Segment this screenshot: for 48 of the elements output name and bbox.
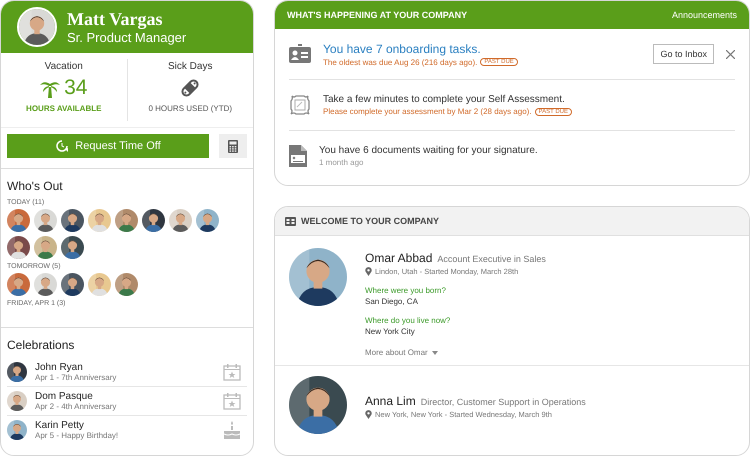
panel-title: WHAT'S HAPPENING AT YOUR COMPANY [287,10,468,20]
notice-note: The oldest was due Aug 26 (216 days ago). [323,58,478,66]
balance-caption: HOURS AVAILABLE [26,104,102,113]
notice-text: Take a few minutes to complete your Self Assessment. [323,94,566,105]
person-name: Karin Petty [35,420,85,431]
person-role: Director, Customer Support in Operations [420,397,586,407]
user-title: Sr. Product Manager [67,30,186,45]
answer-text: New York City [365,327,416,336]
clock-icon [55,139,70,153]
question-text: Where were you born? [365,286,447,295]
cake-icon [223,420,241,440]
caret-icon [432,350,438,354]
balance-value: 34 [64,76,88,100]
section-title: Celebrations [7,338,76,352]
balance-caption: 0 HOURS USED (YTD) [148,104,232,113]
building-icon [285,216,296,226]
answer-text: San Diego, CA [365,297,419,306]
request-time-off-button[interactable]: Request Time Off [7,134,209,158]
celebration-detail: Apr 2 - 4th Anniversary [35,402,118,411]
person-name: Anna Lim [365,394,416,408]
go-to-inbox-button[interactable]: Go to Inbox [653,44,714,64]
person-role: Account Executive in Sales [437,254,546,264]
balance-label: Vacation [44,61,83,72]
celebration-detail: Apr 1 - 7th Anniversary [35,373,118,382]
announcements-link[interactable]: Announcements [672,10,737,20]
user-name: Matt Vargas [67,9,164,30]
task-link[interactable]: You have 7 onboarding tasks. [323,42,642,56]
question-text: Where do you live now? [365,316,452,325]
id-card-icon [289,44,311,64]
person-name: John Ryan [35,362,84,373]
notice-text: You have 6 documents waiting for your signature. [319,145,539,156]
panel-title: WELCOME TO YOUR COMPANY [301,216,440,226]
celebration-detail: Apr 5 - Happy Birthday! [35,431,120,440]
picture-frame-icon [289,94,311,116]
map-pin-icon [365,410,372,419]
section-title: Who's Out [7,179,64,193]
calculator-icon [228,140,238,152]
more-about-link[interactable]: More about Omar [365,348,546,357]
bandage-icon [180,78,200,98]
map-pin-icon [365,267,372,276]
person-name: Dom Pasque [35,391,94,402]
calculator-button[interactable] [219,134,247,158]
notice-note: 1 month ago [319,158,364,167]
document-icon [289,145,307,167]
balance-label: Sick Days [168,61,212,72]
notice-note: Please complete your assessment by Mar 2 (28 days ago). [323,107,532,116]
person-name: Omar Abbad [365,251,432,265]
close-icon[interactable] [726,50,735,58]
